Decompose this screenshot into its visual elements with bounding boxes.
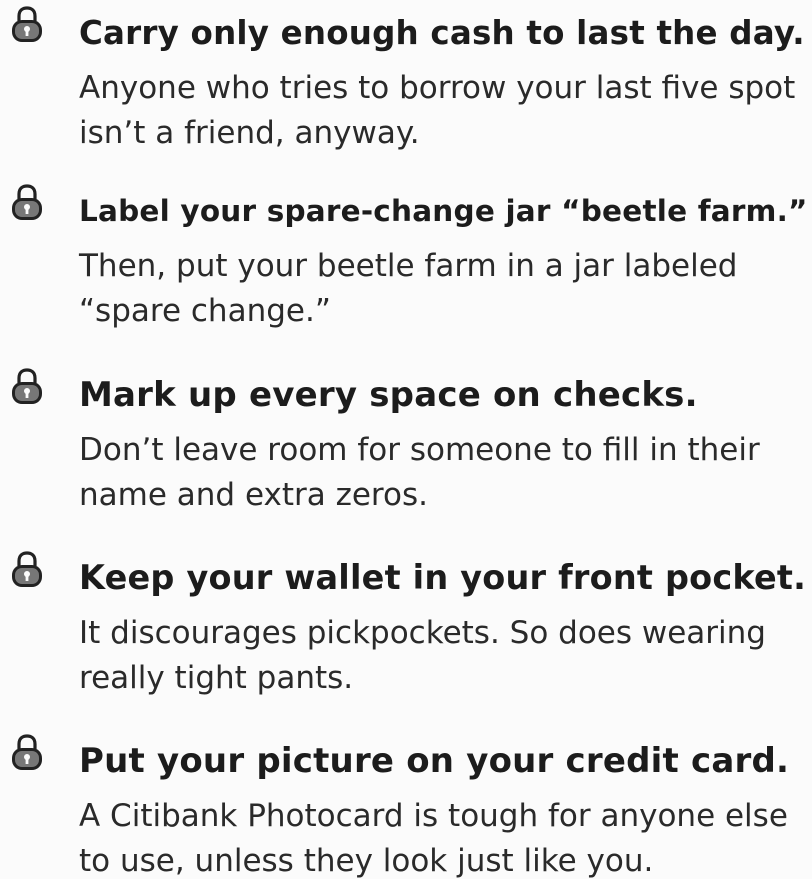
tip-item: Label your spare-change jar “beetle farm… (0, 178, 812, 353)
padlock-icon (8, 184, 46, 222)
tip-title: Label your spare-change jar “beetle farm… (79, 194, 808, 228)
tip-item: Carry only enough cash to last the day. … (0, 0, 812, 175)
tip-item: Keep your wallet in your front pocket. I… (0, 545, 812, 720)
tips-page: Carry only enough cash to last the day. … (0, 0, 812, 879)
tip-body: A Citibank Photocard is tough for anyone… (79, 798, 788, 879)
tip-body: Anyone who tries to borrow your last fiv… (79, 70, 796, 151)
padlock-icon (8, 551, 46, 589)
tip-body: Don’t leave room for someone to fill in … (79, 432, 760, 513)
tip-title: Put your picture on your credit card. (79, 741, 790, 781)
tip-body: It discourages pickpockets. So does wear… (79, 615, 766, 696)
padlock-icon (8, 734, 46, 772)
tip-title: Mark up every space on checks. (79, 375, 698, 415)
tip-item: Mark up every space on checks. Don’t lea… (0, 362, 812, 537)
padlock-icon (8, 6, 46, 44)
tip-title: Keep your wallet in your front pocket. (79, 558, 807, 597)
tip-body: Then, put your beetle farm in a jar labe… (79, 248, 738, 329)
padlock-icon (8, 368, 46, 406)
tip-item: Put your picture on your credit card. A … (0, 728, 812, 879)
tip-title: Carry only enough cash to last the day. (79, 14, 805, 52)
